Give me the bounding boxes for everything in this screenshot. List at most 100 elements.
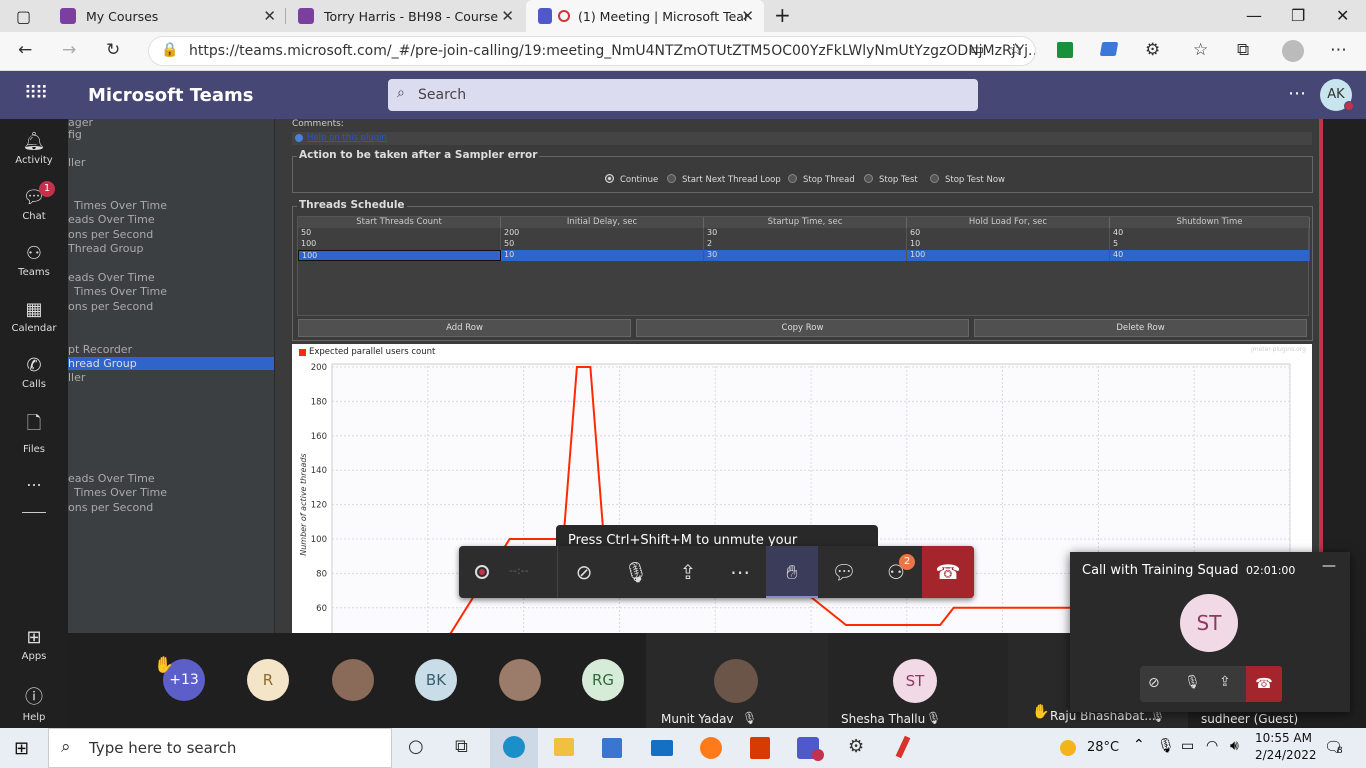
firefox-icon[interactable]	[700, 737, 722, 759]
table-cell[interactable]: 2	[704, 239, 907, 250]
tree-item[interactable]: fig	[68, 128, 82, 141]
cortana-icon[interactable]: ○	[408, 736, 424, 757]
tab-actions-icon[interactable]: ▢	[16, 7, 31, 26]
column-header[interactable]: Shutdown Time	[1110, 217, 1310, 228]
back-icon[interactable]: ←	[18, 40, 32, 60]
tab-meeting[interactable]: (1) Meeting | Microsoft Tear ✕	[526, 0, 764, 32]
user-avatar[interactable]: AK	[1320, 79, 1354, 111]
delete-row-button[interactable]: Delete Row	[974, 319, 1307, 337]
tree-item[interactable]: eads Over Time	[68, 271, 155, 284]
table-cell[interactable]: 100	[298, 239, 501, 250]
rail-files[interactable]: 🗋 Files	[0, 411, 68, 455]
tab-torry-harris[interactable]: Torry Harris - BH98 - Course ✕	[286, 0, 524, 32]
extension-blue-icon[interactable]	[1099, 42, 1119, 56]
radio-stop-test[interactable]: Stop Test	[864, 174, 918, 185]
rail-more[interactable]: ...	[0, 471, 68, 490]
extension-green-icon[interactable]	[1057, 42, 1073, 58]
table-cell[interactable]: 10	[501, 250, 704, 261]
table-cell[interactable]: 60	[907, 228, 1110, 239]
call-mini-window[interactable]: Call with Training Squad 02:01:00 — ST ⊘…	[1070, 552, 1350, 712]
participant-photo[interactable]	[332, 659, 374, 701]
radio-continue[interactable]: Continue	[605, 174, 658, 185]
participant-avatar[interactable]: R	[247, 659, 289, 701]
radio-stop-test-now[interactable]: Stop Test Now	[930, 174, 1005, 185]
rail-calendar[interactable]: ▦ Calendar	[0, 299, 68, 334]
table-row[interactable]: 100 50 2 10 5	[298, 239, 1310, 250]
rail-calls[interactable]: ✆ Calls	[0, 355, 68, 390]
leave-button[interactable]: ☎	[922, 546, 974, 598]
taskbar-search[interactable]: ⌕ Type here to search	[48, 728, 392, 768]
participant-avatar[interactable]: BK	[415, 659, 457, 701]
table-cell[interactable]: 5	[1110, 239, 1310, 250]
clock-date[interactable]: 2/24/2022	[1255, 748, 1317, 762]
rail-help[interactable]: ⓘ Help	[0, 683, 68, 723]
column-header[interactable]: Startup Time, sec	[704, 217, 907, 228]
table-cell[interactable]: 40	[1110, 228, 1310, 239]
favorite-add-icon[interactable]: ☆	[1008, 40, 1023, 60]
table-cell[interactable]: 30	[704, 228, 907, 239]
rail-apps[interactable]: ⊞ Apps	[0, 627, 68, 662]
column-header[interactable]: Start Threads Count	[298, 217, 501, 228]
speaker-tile[interactable]: ST Shesha Thallu 🎙︎	[828, 633, 1008, 728]
table-cell[interactable]: 50	[298, 228, 501, 239]
forward-icon[interactable]: →	[62, 40, 76, 60]
extensions-icon[interactable]: ⚙	[1145, 40, 1160, 60]
share-button[interactable]: ⇪	[662, 546, 714, 598]
minimize-call-icon[interactable]: —	[1322, 558, 1336, 574]
tree-item[interactable]: Times Over Time	[74, 486, 167, 499]
table-cell[interactable]: 30	[704, 250, 907, 261]
url-field[interactable]: 🔒 https://teams.microsoft.com/_#/pre-joi…	[148, 36, 1036, 66]
table-cell[interactable]: 100	[907, 250, 1110, 261]
raise-hand-button[interactable]: ✋︎	[766, 546, 818, 598]
tree-item[interactable]: pt Recorder	[68, 343, 132, 356]
settings-menu-icon[interactable]: ⋯	[1330, 40, 1347, 60]
chat-button[interactable]: 💬︎	[818, 546, 870, 598]
table-cell[interactable]: 200	[501, 228, 704, 239]
collections-icon[interactable]: ⧉	[1237, 40, 1249, 60]
search-input[interactable]: ⌕ Search	[388, 79, 978, 111]
more-actions-button[interactable]: ⋯	[714, 546, 766, 598]
task-view-icon[interactable]: ⧉	[455, 736, 468, 757]
volume-icon[interactable]: 🔊︎	[1230, 738, 1239, 754]
table-cell[interactable]: 40	[1110, 250, 1310, 261]
tree-item[interactable]: ller	[68, 156, 85, 169]
table-cell[interactable]: 50	[501, 239, 704, 250]
tree-item[interactable]: ller	[68, 371, 85, 384]
camera-icon[interactable]: ▭	[970, 40, 984, 58]
tab-my-courses[interactable]: My Courses ✕	[48, 0, 286, 32]
pen-icon[interactable]	[895, 735, 911, 759]
mic-off-button[interactable]: 🎙︎	[610, 546, 662, 598]
mail-icon[interactable]	[651, 740, 673, 756]
share-icon[interactable]: ⇪	[1219, 674, 1231, 690]
close-tab-icon[interactable]: ✕	[741, 7, 754, 25]
table-cell[interactable]: 10	[907, 239, 1110, 250]
camera-off-button[interactable]: ⊘	[558, 546, 610, 598]
tray-chevron-icon[interactable]: ⌃	[1133, 737, 1145, 753]
tree-item[interactable]: eads Over Time	[68, 213, 155, 226]
windows-start-icon[interactable]: ⊞	[14, 738, 29, 759]
file-explorer-icon[interactable]	[554, 738, 574, 756]
rail-chat[interactable]: 💬︎ 1 Chat	[0, 181, 68, 222]
people-button[interactable]: ⚇ 2	[870, 546, 922, 598]
participant-photo[interactable]	[499, 659, 541, 701]
settings-icon[interactable]: ⚙	[848, 736, 864, 757]
add-row-button[interactable]: Add Row	[298, 319, 631, 337]
help-link[interactable]: Help on this plugin	[307, 133, 387, 143]
radio-stop-thread[interactable]: Stop Thread	[788, 174, 855, 185]
favorites-icon[interactable]: ☆	[1193, 40, 1208, 60]
clock-time[interactable]: 10:55 AM	[1255, 731, 1312, 745]
hang-up-icon[interactable]: ☎	[1246, 666, 1282, 702]
table-cell[interactable]: 100	[298, 250, 501, 261]
column-header[interactable]: Initial Delay, sec	[501, 217, 704, 228]
table-row-selected[interactable]: 100 10 30 100 40	[298, 250, 1310, 261]
refresh-icon[interactable]: ↻	[106, 40, 120, 60]
close-tab-icon[interactable]: ✕	[501, 7, 514, 25]
record-button[interactable]	[459, 546, 511, 598]
rail-teams[interactable]: ⚇ Teams	[0, 243, 68, 278]
mic-tray-icon[interactable]: 🎙︎	[1157, 738, 1175, 754]
tree-item[interactable]: ons per Second	[68, 228, 153, 241]
tree-item[interactable]: eads Over Time	[68, 472, 155, 485]
office-icon[interactable]	[750, 737, 770, 759]
tree-item[interactable]: ons per Second	[68, 300, 153, 313]
new-tab-icon[interactable]: +	[774, 3, 791, 27]
